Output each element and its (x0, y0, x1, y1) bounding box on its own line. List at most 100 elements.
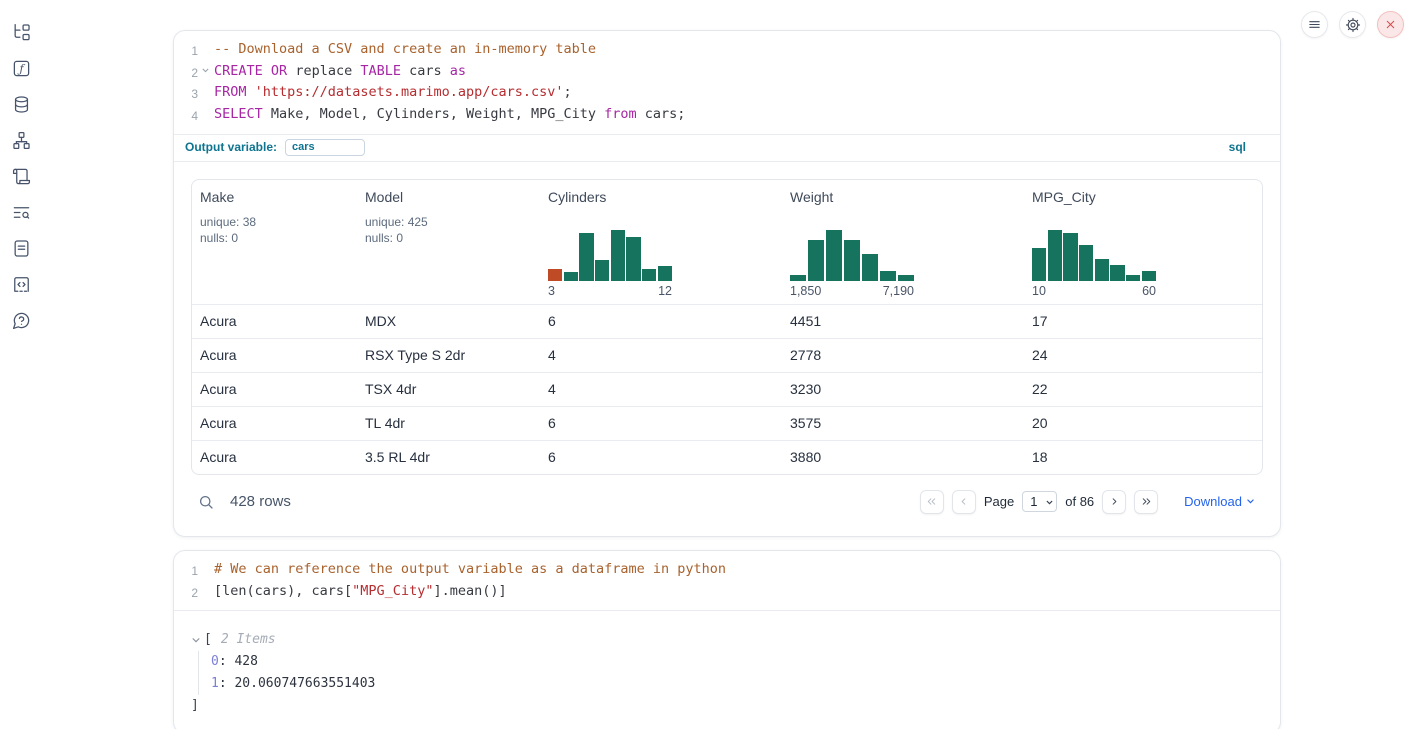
histogram-bars (790, 229, 914, 281)
histogram-bar[interactable] (1032, 248, 1046, 281)
histogram-bar[interactable] (844, 240, 860, 281)
download-button[interactable]: Download (1184, 494, 1255, 509)
histogram-bar[interactable] (1110, 265, 1124, 281)
line-number: 2 (174, 582, 198, 604)
table-cell: 4 (540, 373, 782, 406)
histogram-bar[interactable] (1142, 271, 1156, 281)
column-header-make[interactable]: Makeunique: 38nulls: 0 (192, 180, 357, 304)
code-line[interactable]: 2 [len(cars), cars["MPG_City"].mean()] (174, 582, 1280, 604)
notebook-area: 1-- Download a CSV and create an in-memo… (173, 30, 1281, 729)
table-cell: 3575 (782, 407, 1024, 440)
tree-collapse-caret-icon[interactable] (191, 635, 201, 645)
histogram-bar[interactable] (790, 275, 806, 281)
snippets-code-icon[interactable] (11, 274, 31, 294)
column-header-cylinders[interactable]: Cylinders312 (540, 180, 782, 304)
table-cell: 22 (1024, 373, 1262, 406)
code-text: [len(cars), cars["MPG_City"].mean()] (214, 582, 507, 604)
histogram-bar[interactable] (1079, 245, 1093, 281)
table-row: AcuraMDX6445117 (192, 304, 1262, 338)
histogram-bar[interactable] (564, 272, 578, 281)
sql-language-badge[interactable]: sql (1229, 140, 1246, 154)
column-header-weight[interactable]: Weight1,8507,190 (782, 180, 1024, 304)
logs-scroll-icon[interactable] (11, 166, 31, 186)
histogram-bar[interactable] (579, 233, 593, 281)
code-line[interactable]: 1# We can reference the output variable … (174, 560, 1280, 582)
histogram-bars (548, 229, 672, 281)
sidebar-panel-switcher: ƒ (0, 0, 42, 330)
file-tree-icon[interactable] (11, 22, 31, 42)
histogram-bar[interactable] (808, 240, 824, 281)
variables-function-icon[interactable]: ƒ (11, 58, 31, 78)
histogram-bar[interactable] (642, 269, 656, 281)
histogram-min-label: 1,850 (790, 284, 821, 298)
table-cell: Acura (192, 407, 357, 440)
tree-items: 0: 4281: 20.060747663551403 (198, 651, 1263, 695)
histogram-bar[interactable] (595, 260, 609, 281)
page-label: Page (984, 494, 1014, 509)
code-line[interactable]: 2CREATE OR replace TABLE cars as (174, 62, 1280, 84)
histogram-bar[interactable] (548, 269, 562, 281)
output-variable-label: Output variable: (185, 140, 277, 154)
page-select[interactable]: 1 (1022, 491, 1057, 512)
table-cell: 6 (540, 305, 782, 338)
previous-page-button[interactable] (952, 490, 976, 514)
list-output-tree: [ 2 Items 0: 4281: 20.060747663551403 ] (191, 629, 1263, 717)
code-line[interactable]: 4SELECT Make, Model, Cylinders, Weight, … (174, 105, 1280, 127)
histogram-bar[interactable] (1095, 259, 1109, 281)
help-chat-icon[interactable] (11, 310, 31, 330)
table-footer: 428 rows Page 1 of 86 Download (191, 489, 1263, 515)
column-header-model[interactable]: Modelunique: 425nulls: 0 (357, 180, 540, 304)
python-code-editor[interactable]: 1# We can reference the output variable … (174, 551, 1280, 610)
table-cell: 2778 (782, 339, 1024, 372)
item-key: 1 (211, 676, 219, 691)
line-number: 2 (174, 62, 198, 84)
dependency-graph-icon[interactable] (11, 130, 31, 150)
table-row: AcuraRSX Type S 2dr4277824 (192, 338, 1262, 372)
table-cell: 24 (1024, 339, 1262, 372)
column-histogram[interactable]: 1,8507,190 (790, 229, 914, 298)
histogram-bar[interactable] (626, 237, 640, 281)
table-cell: 6 (540, 441, 782, 474)
last-page-button[interactable] (1134, 490, 1158, 514)
line-number: 4 (174, 105, 198, 127)
histogram-bar[interactable] (862, 254, 878, 281)
shutdown-close-icon[interactable] (1377, 11, 1404, 38)
output-variable-input[interactable] (285, 139, 365, 156)
column-histogram[interactable]: 312 (548, 229, 672, 298)
svg-text:ƒ: ƒ (16, 62, 25, 75)
histogram-bar[interactable] (658, 266, 672, 281)
column-histogram[interactable]: 1060 (1032, 229, 1156, 298)
code-line[interactable]: 1-- Download a CSV and create an in-memo… (174, 40, 1280, 62)
table-search-icon[interactable] (197, 493, 215, 511)
item-key: 0 (211, 654, 219, 669)
fold-chevron-icon[interactable] (201, 66, 210, 75)
histogram-bar[interactable] (1048, 230, 1062, 281)
sql-code-editor[interactable]: 1-- Download a CSV and create an in-memo… (174, 31, 1280, 134)
list-item: 1: 20.060747663551403 (211, 673, 1263, 695)
histogram-axis-labels: 312 (548, 284, 672, 298)
histogram-bar[interactable] (880, 271, 896, 281)
column-header-mpg_city[interactable]: MPG_City1060 (1024, 180, 1262, 304)
items-count-label: 2 Items (221, 629, 276, 651)
settings-gear-icon[interactable] (1339, 11, 1366, 38)
histogram-bar[interactable] (1126, 275, 1140, 281)
column-stat: nulls: 0 (365, 230, 532, 246)
menu-icon[interactable] (1301, 11, 1328, 38)
next-page-button[interactable] (1102, 490, 1126, 514)
histogram-bar[interactable] (1063, 233, 1077, 281)
histogram-bar[interactable] (611, 230, 625, 281)
histogram-bar[interactable] (898, 275, 914, 281)
line-number: 1 (174, 40, 198, 62)
first-page-button[interactable] (920, 490, 944, 514)
documentation-file-icon[interactable] (11, 238, 31, 258)
table-cell: Acura (192, 339, 357, 372)
list-item: 0: 428 (211, 651, 1263, 673)
column-stat: unique: 38 (200, 214, 349, 230)
code-line[interactable]: 3FROM 'https://datasets.marimo.app/cars.… (174, 83, 1280, 105)
data-sources-database-icon[interactable] (11, 94, 31, 114)
histogram-bar[interactable] (826, 230, 842, 281)
column-stat: unique: 425 (365, 214, 532, 230)
scratchpad-text-search-icon[interactable] (11, 202, 31, 222)
table-row: AcuraTL 4dr6357520 (192, 406, 1262, 440)
table-cell: Acura (192, 305, 357, 338)
